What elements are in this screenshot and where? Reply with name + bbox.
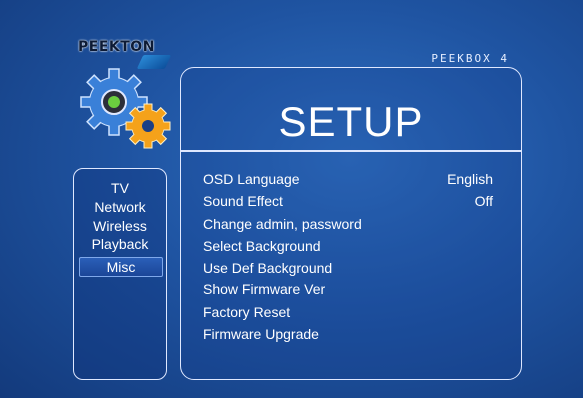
setting-factory-reset[interactable]: Factory Reset xyxy=(203,302,503,322)
setting-show-firmware-ver[interactable]: Show Firmware Ver xyxy=(203,279,503,299)
setting-label: Firmware Upgrade xyxy=(203,326,319,342)
sidebar-item-wireless[interactable]: Wireless xyxy=(74,217,166,235)
setting-label: Show Firmware Ver xyxy=(203,281,326,297)
setting-firmware-upgrade[interactable]: Firmware Upgrade xyxy=(203,324,503,344)
setting-sound-effect[interactable]: Sound Effect Off xyxy=(203,191,503,211)
setting-value: Off xyxy=(474,193,493,209)
setting-use-def-background[interactable]: Use Def Background xyxy=(203,258,503,278)
setting-label: Use Def Background xyxy=(203,260,333,276)
brand-logo: PEEKTON xyxy=(78,39,172,69)
sidebar-item-misc[interactable]: Misc xyxy=(79,257,163,277)
setting-label: Factory Reset xyxy=(203,304,291,320)
page-title: SETUP xyxy=(278,98,424,145)
brand-swoosh xyxy=(136,55,172,69)
setting-label: Select Background xyxy=(203,238,321,254)
setting-select-background[interactable]: Select Background xyxy=(203,236,503,256)
setting-label: Sound Effect xyxy=(203,193,283,209)
sidebar-item-playback[interactable]: Playback xyxy=(74,235,166,253)
sidebar-item-tv[interactable]: TV xyxy=(74,179,166,197)
setup-screen: PEEKTON PEEKBOX 4 TV Network Wireless Pl… xyxy=(0,0,583,398)
setting-label: OSD Language xyxy=(203,171,300,187)
brand-name: PEEKTON xyxy=(78,39,155,55)
sidebar: TV Network Wireless Playback Misc xyxy=(73,168,167,380)
gears-icon xyxy=(80,68,171,149)
model-name: PEEKBOX 4 xyxy=(431,52,509,65)
setting-osd-language[interactable]: OSD Language English xyxy=(203,169,503,189)
setting-change-password[interactable]: Change admin, password xyxy=(203,214,503,234)
setting-value: English xyxy=(447,171,493,187)
title-divider xyxy=(181,150,521,152)
sidebar-item-network[interactable]: Network xyxy=(74,198,166,216)
setting-label: Change admin, password xyxy=(203,216,362,232)
settings-panel: SETUP OSD Language English Sound Effect … xyxy=(180,67,522,380)
